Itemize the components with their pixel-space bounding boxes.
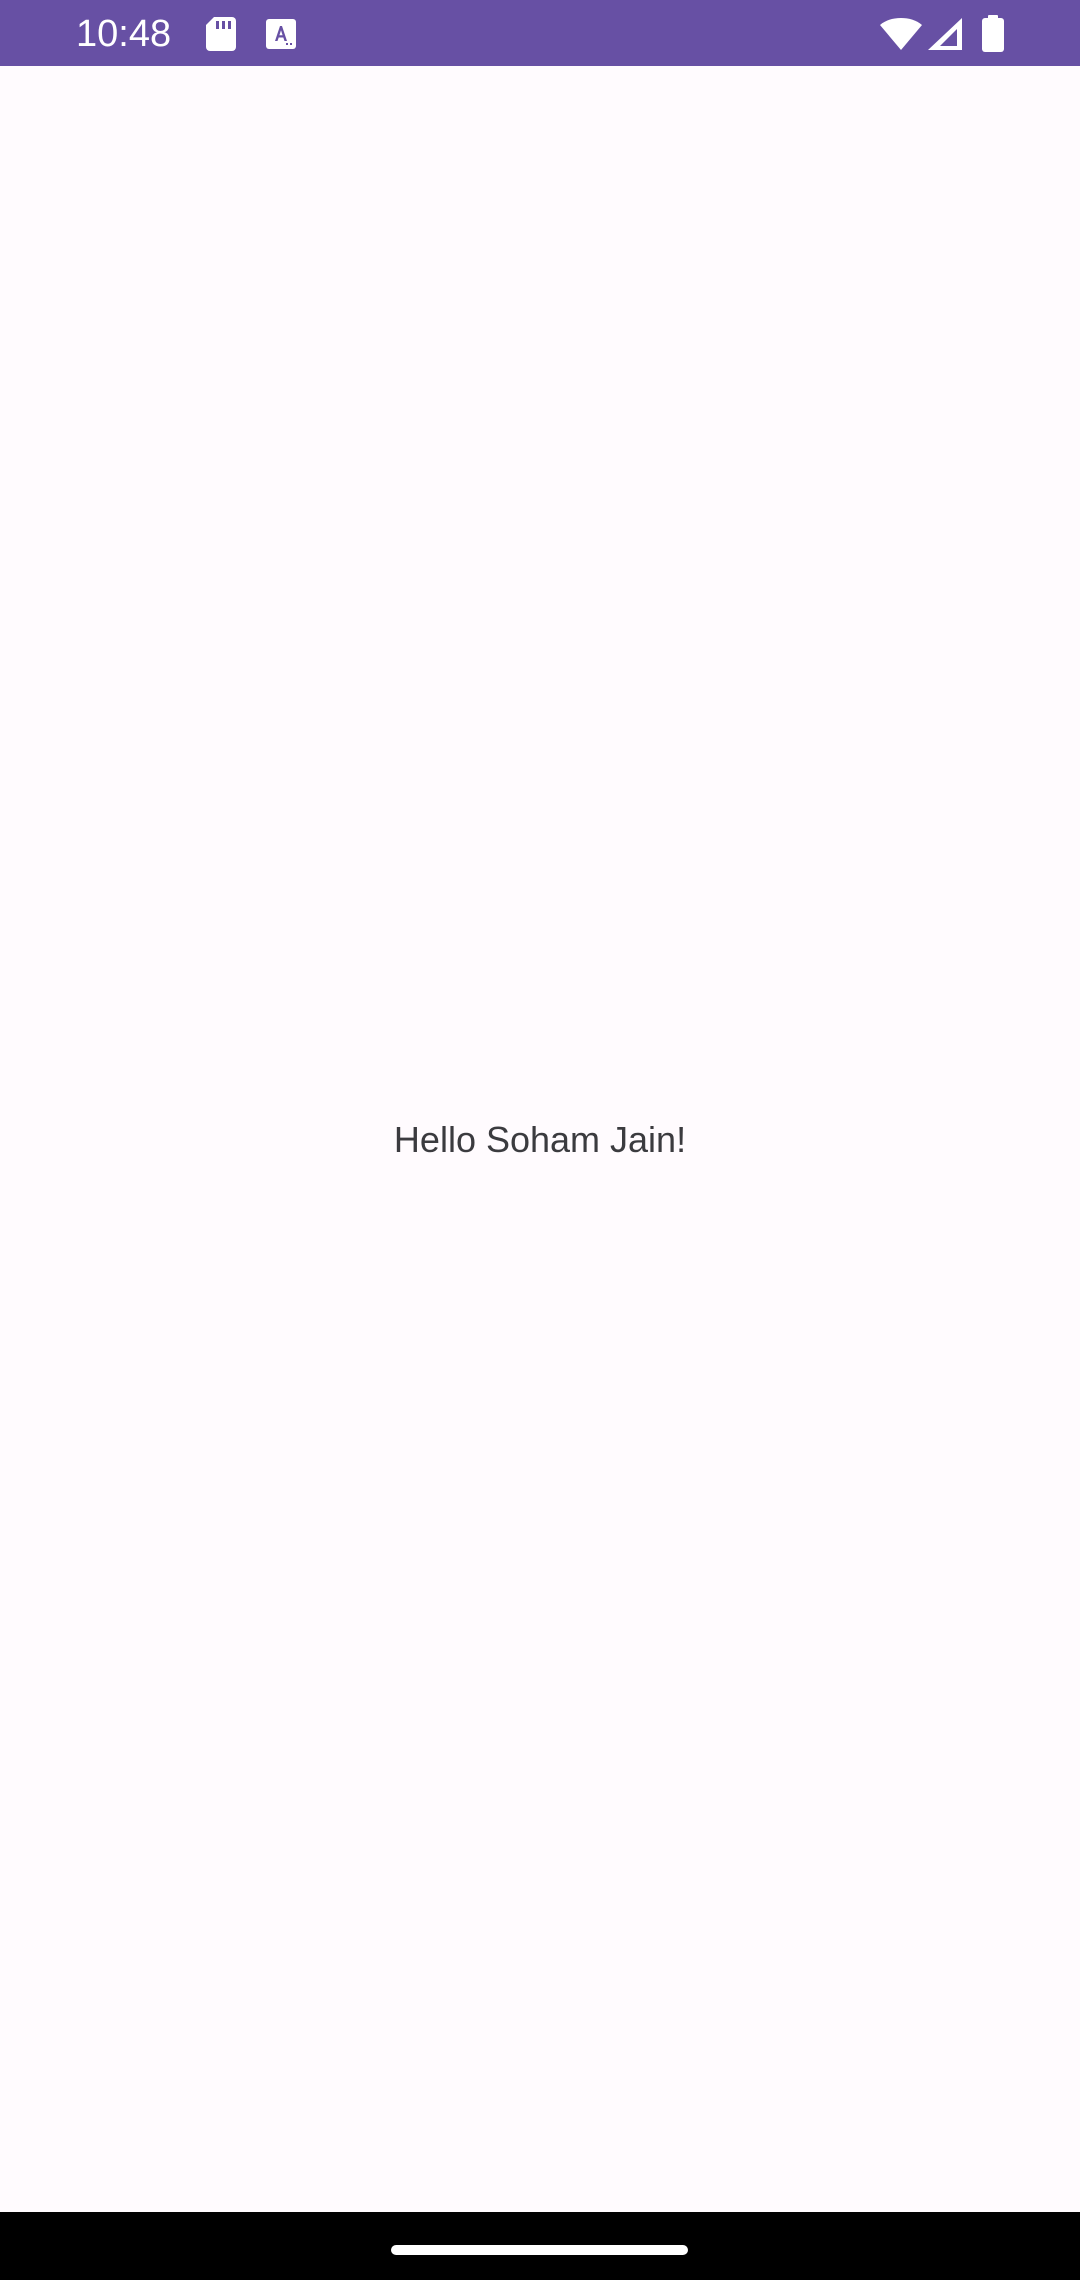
status-bar: 10:48 [0,0,1080,66]
home-gesture-handle[interactable] [391,2245,688,2255]
status-time: 10:48 [76,13,172,55]
sd-card-icon [206,17,236,51]
app-screen: 10:48 Hello Soham Jain! [0,0,1080,2280]
text-a-icon [266,19,296,49]
greeting-text: Hello Soham Jain! [393,1119,687,1160]
navigation-bar [0,2212,1080,2280]
cell-signal-icon [928,18,962,50]
wifi-icon [880,18,922,50]
battery-icon [982,15,1004,52]
